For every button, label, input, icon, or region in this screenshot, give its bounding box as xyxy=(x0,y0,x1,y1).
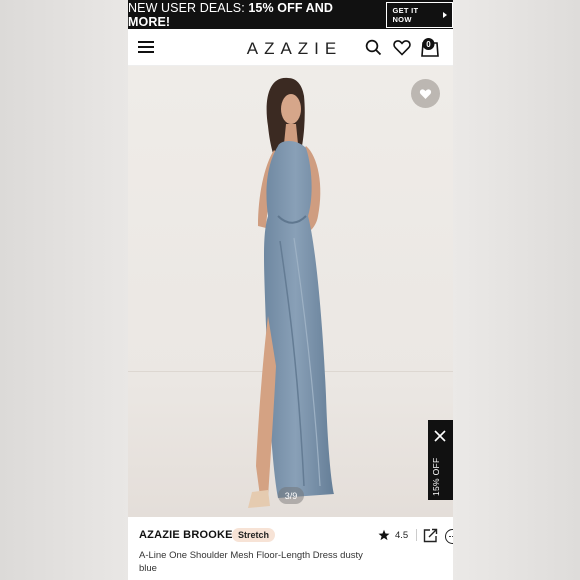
product-brand: AZAZIE BROOKE xyxy=(139,529,233,541)
stretch-badge: Stretch xyxy=(232,528,276,542)
discount-tab-label: 15% OFF xyxy=(431,457,441,496)
phone-screen: NEW USER DEALS: 15% OFF AND MORE! GET IT… xyxy=(128,0,453,580)
image-counter: 3/9 xyxy=(278,487,304,504)
favorite-icon xyxy=(419,88,432,99)
star-icon xyxy=(378,529,390,541)
rating-value: 4.5 xyxy=(395,529,409,541)
close-icon[interactable] xyxy=(434,430,446,442)
site-header: AZAZIE 0 xyxy=(128,29,453,66)
share-icon[interactable] xyxy=(423,528,438,543)
bag-icon[interactable]: 0 xyxy=(420,37,440,57)
discount-tab[interactable]: 15% OFF xyxy=(428,420,453,500)
product-gallery[interactable]: 3/9 15% OFF xyxy=(128,66,453,517)
product-name[interactable]: A-Line One Shoulder Mesh Floor-Length Dr… xyxy=(139,549,375,575)
promo-text: NEW USER DEALS: 15% OFF AND MORE! xyxy=(128,0,334,29)
background-right xyxy=(453,0,580,580)
product-info: AZAZIE BROOKE Stretch 4.5 A-Line One Sho… xyxy=(128,517,453,580)
promo-banner[interactable]: NEW USER DEALS: 15% OFF AND MORE! GET IT… xyxy=(128,0,453,29)
background-left xyxy=(0,0,128,580)
cart-count: 0 xyxy=(426,40,431,49)
more-icon[interactable] xyxy=(445,529,453,544)
product-photo xyxy=(248,77,334,508)
get-it-now-button[interactable]: GET IT NOW xyxy=(386,1,453,28)
heart-icon[interactable] xyxy=(393,39,411,56)
product-rating[interactable]: 4.5 xyxy=(378,529,418,541)
favorite-button[interactable] xyxy=(411,79,440,108)
arrow-right-icon xyxy=(443,11,447,18)
search-icon[interactable] xyxy=(365,39,382,56)
